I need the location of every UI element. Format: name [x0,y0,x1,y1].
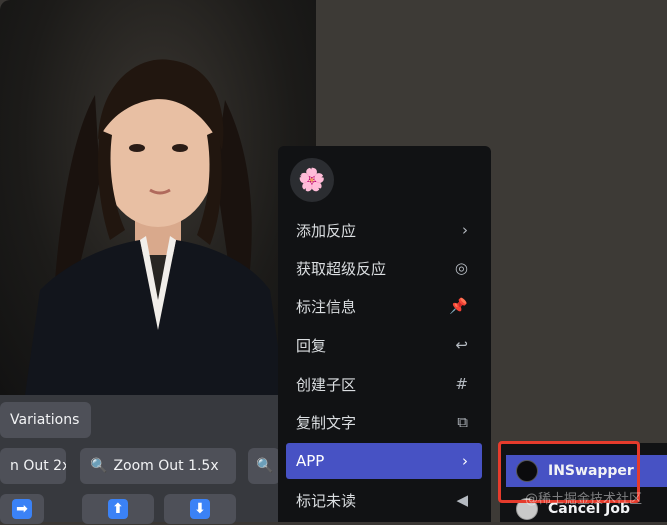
arrow-right-icon: ➡ [12,499,32,519]
thread-icon: # [455,375,468,393]
message-context-menu: 🌸 添加反应 › 获取超级反应 ◎ 标注信息 📌 回复 ↩ 创建子区 # 复制文… [278,146,491,522]
menu-item-create-thread[interactable]: 创建子区 # [286,366,482,402]
menu-item-label: 添加反应 [296,221,357,240]
zoom-out-1-5x-label: Zoom Out 1.5x [113,458,219,474]
mark-unread-icon: ◀ [456,491,468,509]
arrow-up-icon: ⬆ [108,499,128,519]
watermark-text: @稀土掘金技术社区 [525,492,643,507]
menu-item-label: 标注信息 [296,297,357,316]
portrait-illustration [25,59,285,395]
menu-item-mark-unread[interactable]: 标记未读 ◀ [286,482,482,518]
copy-icon: ⧉ [457,413,468,431]
pin-icon: 📌 [449,297,468,315]
chevron-right-icon: › [462,221,468,239]
menu-item-pin-message[interactable]: 标注信息 📌 [286,288,482,324]
chevron-right-icon: › [462,452,468,470]
zoom-out-2x-button[interactable]: n Out 2x [0,448,66,484]
pan-up-button[interactable]: ⬆ [82,494,154,524]
variations-label: Variations [10,412,80,428]
arrow-down-icon: ⬇ [190,499,210,519]
menu-item-copy-text[interactable]: 复制文字 ⧉ [286,404,482,440]
menu-item-reply[interactable]: 回复 ↩ [286,327,482,363]
magnifier-icon: 🔍 [90,458,108,474]
menu-item-label: 创建子区 [296,375,357,394]
cherry-blossom-emoji-icon: 🌸 [298,167,326,193]
menu-item-label: 复制文字 [296,413,357,432]
zoom-out-1-5x-button[interactable]: 🔍 Zoom Out 1.5x [80,448,236,484]
quick-reaction-button[interactable]: 🌸 [290,158,334,202]
menu-item-super-reaction[interactable]: 获取超级反应 ◎ [286,250,482,286]
pan-down-button[interactable]: ⬇ [164,494,236,524]
magnifier-icon: 🔍 [256,458,274,474]
super-reaction-icon: ◎ [454,259,468,277]
pan-right-button[interactable]: ➡ [0,494,44,524]
menu-item-label: 获取超级反应 [296,259,387,278]
menu-item-label: 回复 [296,336,327,355]
custom-zoom-button[interactable]: 🔍 [248,448,280,484]
reply-icon: ↩ [455,336,468,354]
zoom-out-2x-label: n Out 2x [10,458,66,474]
generated-portrait-image[interactable] [0,0,316,395]
variations-button[interactable]: Variations [0,402,91,438]
menu-item-label: 标记未读 [296,491,357,510]
menu-item-add-reaction[interactable]: 添加反应 › [286,212,482,248]
menu-item-apps[interactable]: APP › [286,443,482,479]
menu-item-label: APP [296,452,325,470]
